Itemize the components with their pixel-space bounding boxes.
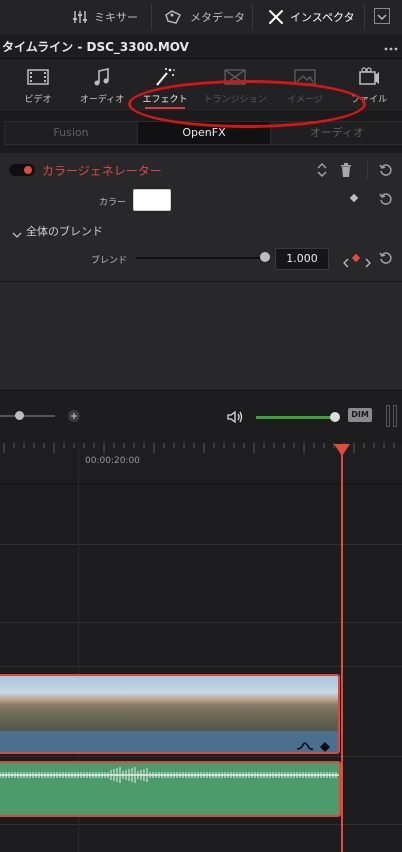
- mixer-button[interactable]: ミキサー: [72, 0, 138, 34]
- volume-slider-track[interactable]: [256, 416, 336, 419]
- blend-keyframe-diamond[interactable]: [351, 253, 361, 263]
- inspector-category-tabs: ビデオ オーディオ エフェクト トランジション イメージ ファイル: [0, 59, 402, 112]
- zoom-in-button[interactable]: [68, 410, 80, 422]
- transition-icon: [224, 69, 246, 85]
- audio-clip[interactable]: [0, 761, 341, 817]
- inspector-button[interactable]: インスペクタ: [268, 0, 355, 34]
- video-clip[interactable]: [0, 674, 340, 754]
- tools-icon: [269, 10, 283, 24]
- color-reset-button[interactable]: [379, 191, 393, 210]
- chevron-left-icon: [343, 258, 349, 268]
- playhead[interactable]: [341, 447, 343, 852]
- audio-meter-right: [393, 405, 397, 427]
- mixer-label: ミキサー: [94, 11, 138, 24]
- effect-name: カラージェネレーター: [42, 164, 162, 178]
- audio-waveform: [0, 767, 339, 783]
- chevron-right-icon: [365, 258, 371, 268]
- magic-wand-icon: [156, 68, 175, 86]
- blend-value-field[interactable]: 1.000: [275, 248, 329, 270]
- audio-meter-left: [386, 405, 390, 427]
- mixer-icon: [73, 11, 87, 23]
- subtab-audio[interactable]: オーディオ: [270, 121, 402, 145]
- tab-audio[interactable]: オーディオ: [70, 59, 134, 111]
- subtab-openfx[interactable]: OpenFX: [137, 121, 271, 145]
- clip-curve-button[interactable]: [296, 737, 314, 752]
- effect-panel: カラージェネレーター カラー 全体のブレンド ブレンド 1.000: [0, 153, 402, 282]
- chevron-down-icon: [12, 232, 22, 238]
- reset-icon: [379, 252, 392, 264]
- clip-keyframe-button[interactable]: [319, 738, 331, 752]
- keyframe-prev-button[interactable]: [342, 253, 350, 272]
- clip-thumbnail: [276, 676, 338, 731]
- keyframe-diamond-icon: [320, 742, 330, 752]
- ruler-timecode: 00:00:20:00: [85, 456, 140, 466]
- reset-icon: [379, 164, 392, 176]
- tab-file[interactable]: ファイル: [337, 59, 401, 111]
- blend-label: ブレンド: [91, 256, 128, 266]
- reorder-button[interactable]: [316, 162, 328, 182]
- delete-effect-button[interactable]: [340, 162, 352, 181]
- options-menu-button[interactable]: [384, 40, 398, 59]
- speaker-icon: [227, 410, 243, 424]
- metadata-label: メタデータ: [190, 11, 245, 24]
- music-note-icon: [94, 68, 109, 86]
- top-toolbar: ミキサー メタデータ インスペクタ: [0, 0, 402, 35]
- file-icon: [359, 67, 379, 85]
- tab-video-label: ビデオ: [24, 95, 52, 105]
- clip-title: タイムライン - DSC_3300.MOV: [2, 40, 189, 54]
- tab-effects-label: エフェクト: [142, 95, 188, 105]
- volume-button[interactable]: [227, 409, 245, 428]
- tag-icon: [165, 10, 181, 24]
- clip-thumbnail: [0, 676, 84, 731]
- effect-subtabs: Fusion OpenFX オーディオ: [0, 111, 402, 154]
- tab-effects[interactable]: エフェクト: [133, 59, 197, 111]
- collapse-panel-button[interactable]: [374, 8, 390, 24]
- tab-transition[interactable]: トランジション: [203, 59, 267, 111]
- tab-transition-label: トランジション: [203, 95, 267, 105]
- more-options-icon: [384, 47, 398, 51]
- zoom-slider-track[interactable]: [0, 415, 55, 417]
- plus-icon: [71, 413, 77, 419]
- image-icon: [294, 69, 316, 85]
- inspector-title-bar: タイムライン - DSC_3300.MOV: [0, 34, 402, 59]
- active-tab-underline: [145, 107, 185, 109]
- volume-slider-knob[interactable]: [330, 412, 340, 422]
- tab-audio-label: オーディオ: [79, 95, 125, 105]
- blend-reset-button[interactable]: [379, 250, 393, 269]
- blend-slider-knob[interactable]: [260, 252, 270, 262]
- clip-thumbnail: [180, 676, 276, 731]
- inspector-label: インスペクタ: [290, 11, 355, 24]
- subtab-fusion[interactable]: Fusion: [4, 121, 138, 145]
- dim-button[interactable]: DIM: [348, 408, 372, 422]
- chevron-down-icon: [377, 14, 387, 20]
- tab-image[interactable]: イメージ: [273, 59, 337, 111]
- effect-enable-toggle[interactable]: [9, 164, 35, 176]
- section-title: 全体のブレンド: [26, 225, 103, 238]
- section-collapse-toggle[interactable]: [12, 225, 22, 244]
- reset-icon: [379, 193, 392, 205]
- curve-icon: [296, 742, 314, 750]
- zoom-slider-knob[interactable]: [15, 411, 24, 420]
- tab-video[interactable]: ビデオ: [6, 59, 70, 111]
- inspector-empty-area: [0, 282, 402, 390]
- timeline-controls: DIM: [0, 390, 402, 444]
- blend-slider-track[interactable]: [136, 257, 264, 259]
- film-icon: [27, 69, 49, 85]
- color-keyframe-diamond[interactable]: [349, 193, 359, 203]
- color-label: カラー: [99, 198, 127, 208]
- keyframe-next-button[interactable]: [364, 253, 372, 272]
- up-down-arrows-icon: [317, 163, 327, 177]
- metadata-button[interactable]: メタデータ: [164, 0, 245, 34]
- clip-thumbnail: [84, 676, 180, 731]
- trash-icon: [341, 163, 351, 177]
- tab-image-label: イメージ: [287, 95, 323, 105]
- color-swatch[interactable]: [133, 189, 171, 211]
- tab-file-label: ファイル: [350, 95, 387, 105]
- reset-effect-button[interactable]: [379, 162, 393, 181]
